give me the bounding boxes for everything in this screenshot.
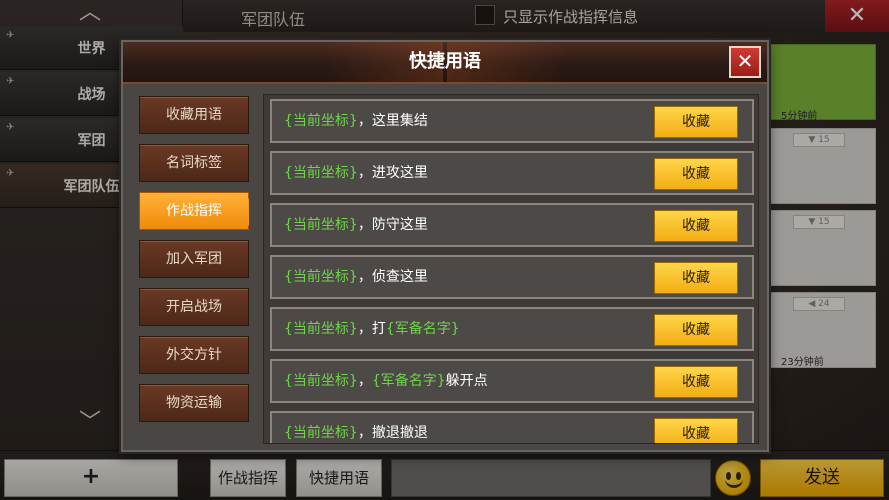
phrase-text: {当前坐标}，进攻这里 [284,165,428,181]
category-noun-tags[interactable]: 名词标签 [139,144,249,182]
phrase-text: {当前坐标}，侦查这里 [284,269,428,285]
phrase-text: {当前坐标}，打{军备名字} [284,321,460,337]
category-combat-command[interactable]: 作战指挥 [139,192,249,230]
phrase-text: {当前坐标}，撤退撤退 [284,425,428,441]
category-open-battlefield[interactable]: 开启战场 [139,288,249,326]
phrase-row[interactable]: {当前坐标}，防守这里 收藏 [270,203,754,247]
phrase-text: {当前坐标}，{军备名字}躲开点 [284,373,488,389]
phrase-row[interactable]: {当前坐标}，撤退撤退 收藏 [270,411,754,443]
category-list: 收藏用语 名词标签 作战指挥 加入军团 开启战场 外交方针 物资运输 [137,94,249,444]
dialog-header: 快捷用语 ✕ [123,42,767,84]
favorite-button[interactable]: 收藏 [654,418,738,443]
favorite-button[interactable]: 收藏 [654,106,738,138]
dialog-title: 快捷用语 [409,51,481,72]
favorite-button[interactable]: 收藏 [654,314,738,346]
phrase-list: {当前坐标}，这里集结 收藏 {当前坐标}，进攻这里 收藏 {当前坐标}，防守这… [263,94,759,444]
quick-phrase-dialog: 快捷用语 ✕ 收藏用语 名词标签 作战指挥 加入军团 开启战场 外交方针 物资运… [121,40,769,452]
phrase-text: {当前坐标}，这里集结 [284,113,428,129]
favorite-button[interactable]: 收藏 [654,366,738,398]
favorite-button[interactable]: 收藏 [654,210,738,242]
phrase-row[interactable]: {当前坐标}，这里集结 收藏 [270,99,754,143]
phrase-row[interactable]: {当前坐标}，进攻这里 收藏 [270,151,754,195]
category-favorites[interactable]: 收藏用语 [139,96,249,134]
phrase-row[interactable]: {当前坐标}，侦查这里 收藏 [270,255,754,299]
phrase-text: {当前坐标}，防守这里 [284,217,428,233]
favorite-button[interactable]: 收藏 [654,262,738,294]
favorite-button[interactable]: 收藏 [654,158,738,190]
phrase-row[interactable]: {当前坐标}，打{军备名字} 收藏 [270,307,754,351]
category-supply-transport[interactable]: 物资运输 [139,384,249,422]
category-join-legion[interactable]: 加入军团 [139,240,249,278]
dialog-close-button[interactable]: ✕ [729,46,761,78]
category-diplomacy[interactable]: 外交方针 [139,336,249,374]
phrase-row[interactable]: {当前坐标}，{军备名字}躲开点 收藏 [270,359,754,403]
